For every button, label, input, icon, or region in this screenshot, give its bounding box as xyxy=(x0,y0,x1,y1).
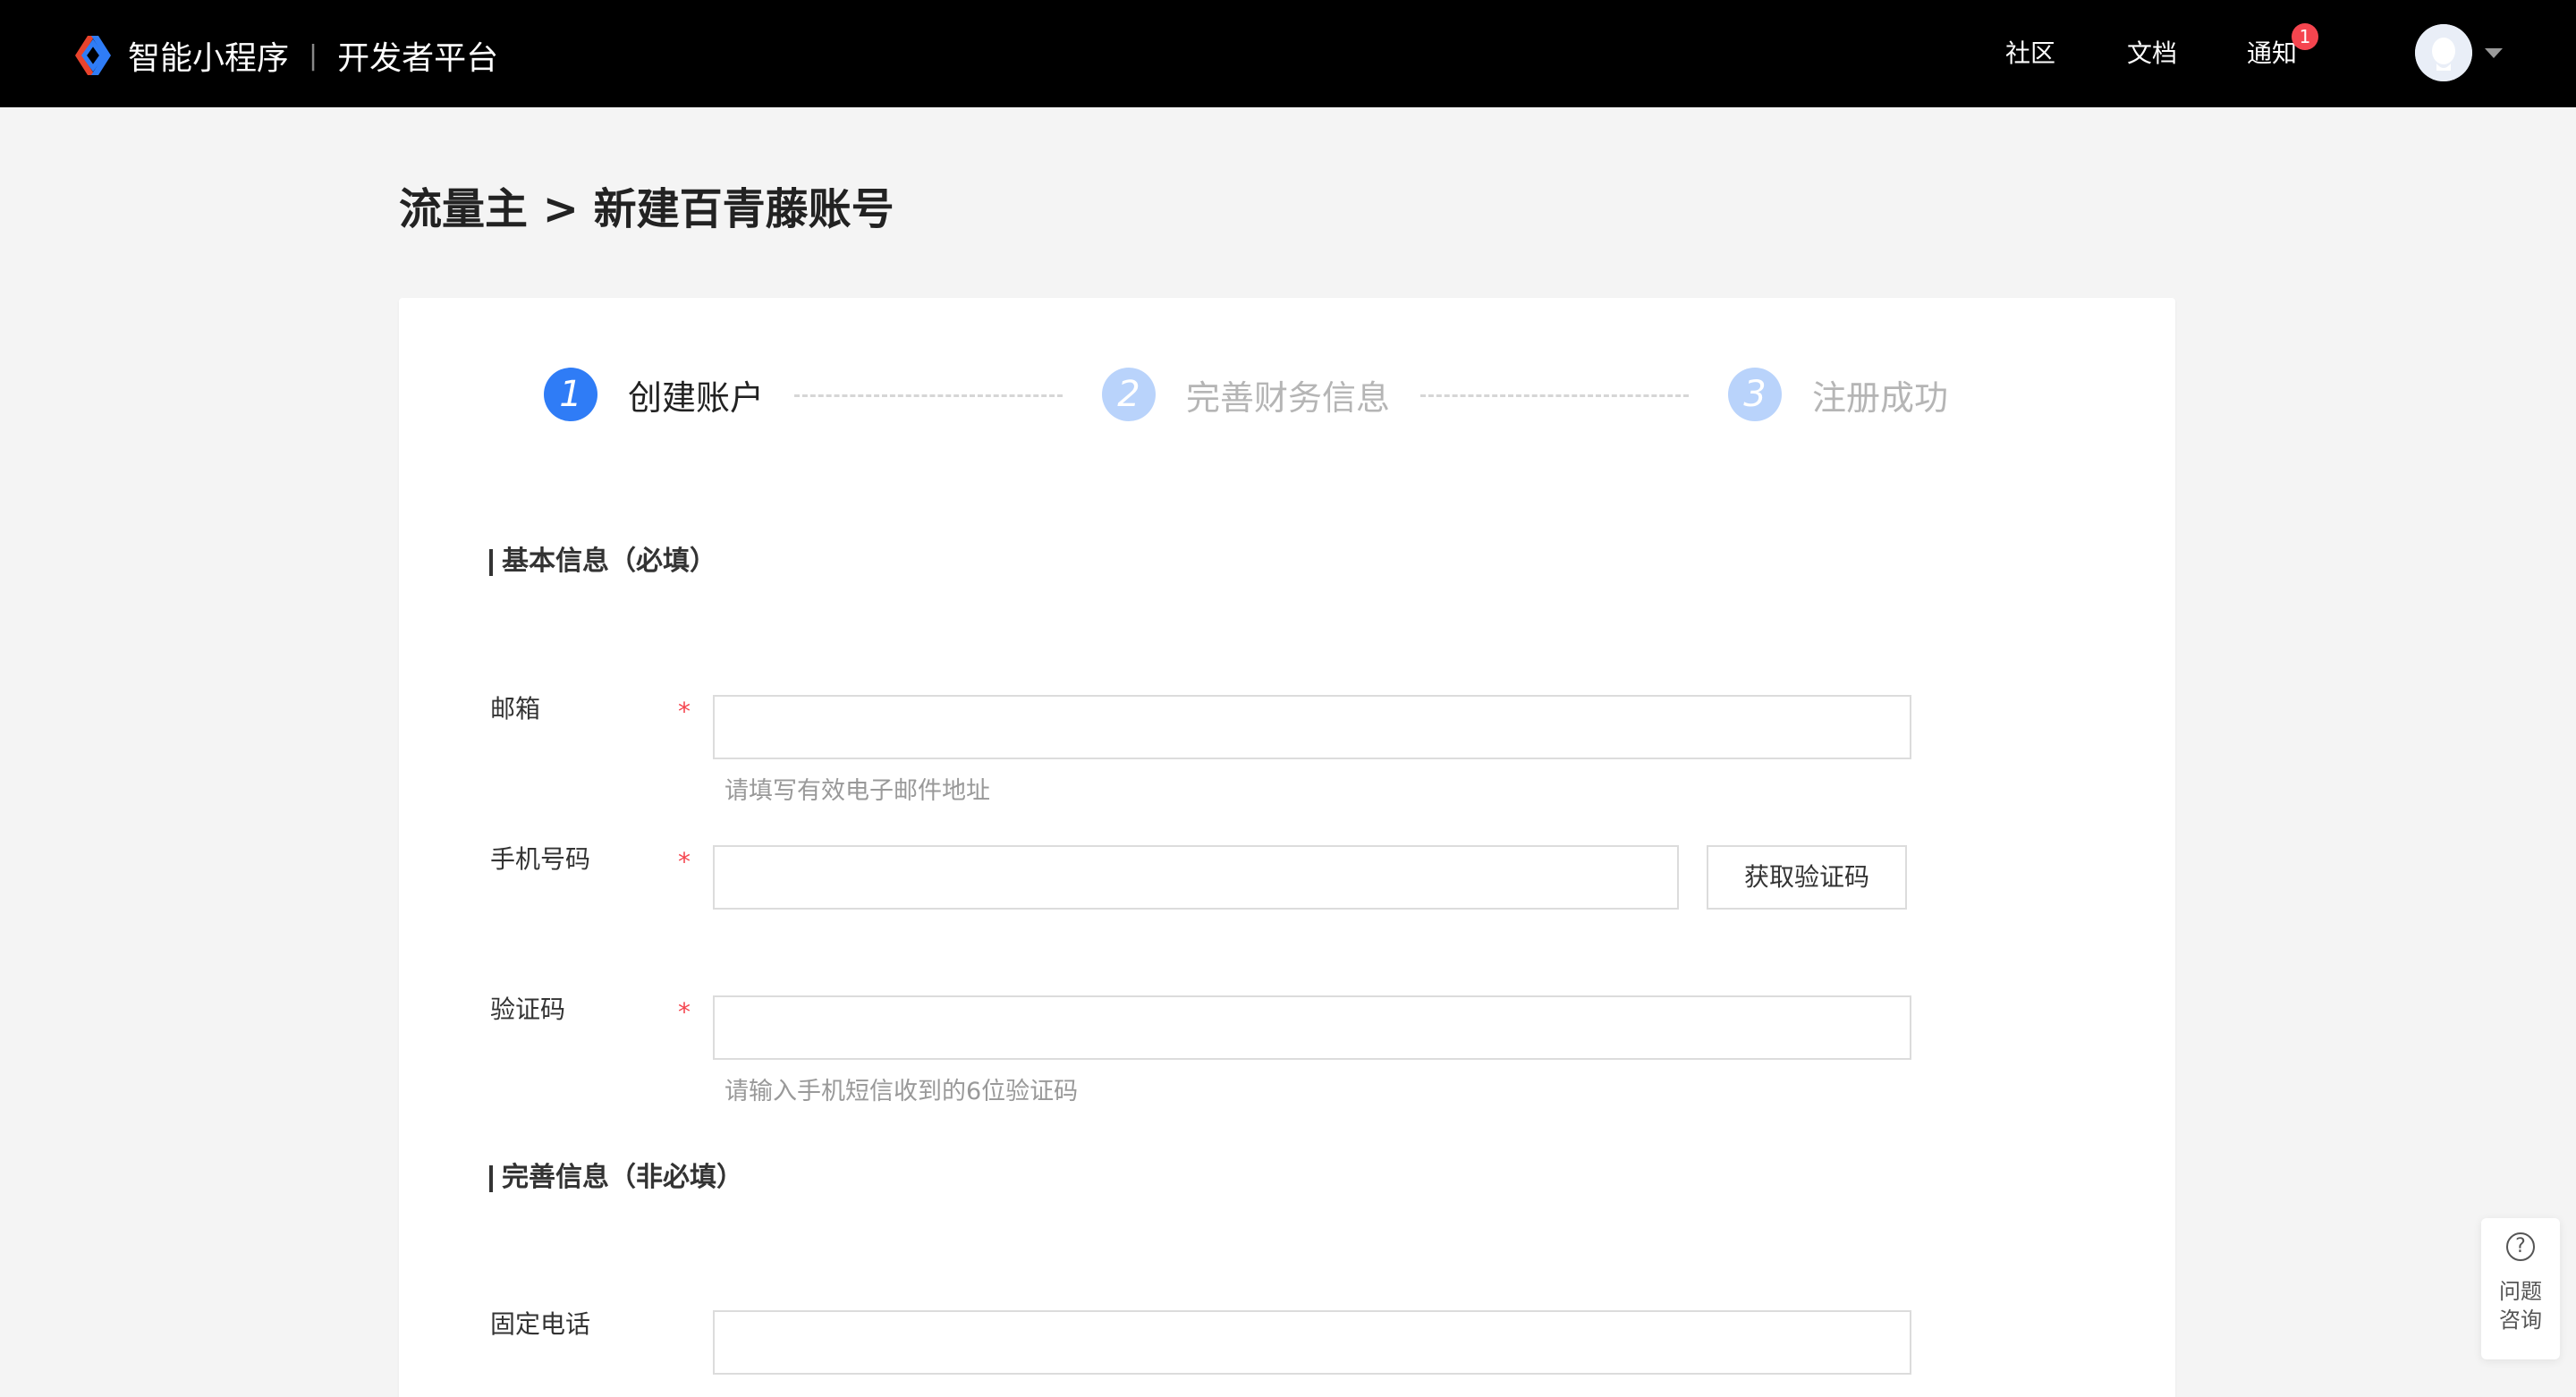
section-title-basic: 基本信息（必填） xyxy=(489,544,716,580)
email-label: 邮箱 xyxy=(490,694,541,724)
email-required-mark: * xyxy=(678,697,691,726)
get-verification-code-button[interactable]: 获取验证码 xyxy=(1707,845,1907,910)
step-connector-1 xyxy=(794,394,1063,397)
verification-code-field[interactable] xyxy=(713,995,1911,1060)
step-label-3: 注册成功 xyxy=(1812,377,1949,418)
page-title: 流量主 > 新建百青藤账号 xyxy=(399,184,894,234)
nav-community-link[interactable]: 社区 xyxy=(2005,36,2055,72)
code-hint: 请输入手机短信收到的6位验证码 xyxy=(724,1078,1079,1105)
code-required-mark: * xyxy=(678,997,691,1027)
code-label: 验证码 xyxy=(490,995,566,1024)
step-number-1: 1 xyxy=(544,368,597,421)
step-number-3: 3 xyxy=(1728,368,1782,421)
help-consult-button[interactable]: ? 问题 咨询 xyxy=(2481,1218,2560,1359)
top-navigation-bar: 智能小程序 | 开发者平台 社区 文档 通知 1 xyxy=(0,0,2576,107)
brand-title[interactable]: 智能小程序 | 开发者平台 xyxy=(128,34,499,78)
step-connector-2 xyxy=(1420,394,1689,397)
avatar-silhouette-icon xyxy=(2415,24,2472,81)
email-field[interactable] xyxy=(713,695,1911,759)
phone-label: 手机号码 xyxy=(490,844,591,874)
question-circle-icon: ? xyxy=(2506,1232,2535,1261)
user-avatar-icon[interactable] xyxy=(2415,24,2472,81)
step-create-account: 1 创建账户 xyxy=(544,368,764,421)
nav-docs-link[interactable]: 文档 xyxy=(2127,36,2177,72)
section-title-extra: 完善信息（非必填） xyxy=(489,1160,743,1196)
email-hint: 请填写有效电子邮件地址 xyxy=(724,777,990,805)
notification-badge: 1 xyxy=(2292,23,2318,50)
brand-logo-icon[interactable] xyxy=(70,34,116,77)
brand-platform: 开发者平台 xyxy=(337,40,499,77)
step-finance-info: 2 完善财务信息 xyxy=(1102,368,1390,421)
step-label-1: 创建账户 xyxy=(628,377,765,418)
phone-field[interactable] xyxy=(713,845,1679,910)
form-card: 1 创建账户 2 完善财务信息 3 注册成功 基本信息（必填） 邮箱 * 请填写… xyxy=(399,298,2175,1397)
brand-separator: | xyxy=(309,39,318,72)
step-label-2: 完善财务信息 xyxy=(1186,377,1391,418)
caret-down-icon[interactable] xyxy=(2485,48,2503,58)
step-number-2: 2 xyxy=(1102,368,1156,421)
phone-required-mark: * xyxy=(678,847,691,876)
nav-notify-link[interactable]: 通知 xyxy=(2247,36,2297,72)
brand-name: 智能小程序 xyxy=(128,40,290,77)
step-register-success: 3 注册成功 xyxy=(1728,368,1948,421)
help-consult-label: 问题 咨询 xyxy=(2499,1279,2542,1333)
landline-field[interactable] xyxy=(713,1310,1911,1375)
landline-label: 固定电话 xyxy=(490,1309,591,1339)
